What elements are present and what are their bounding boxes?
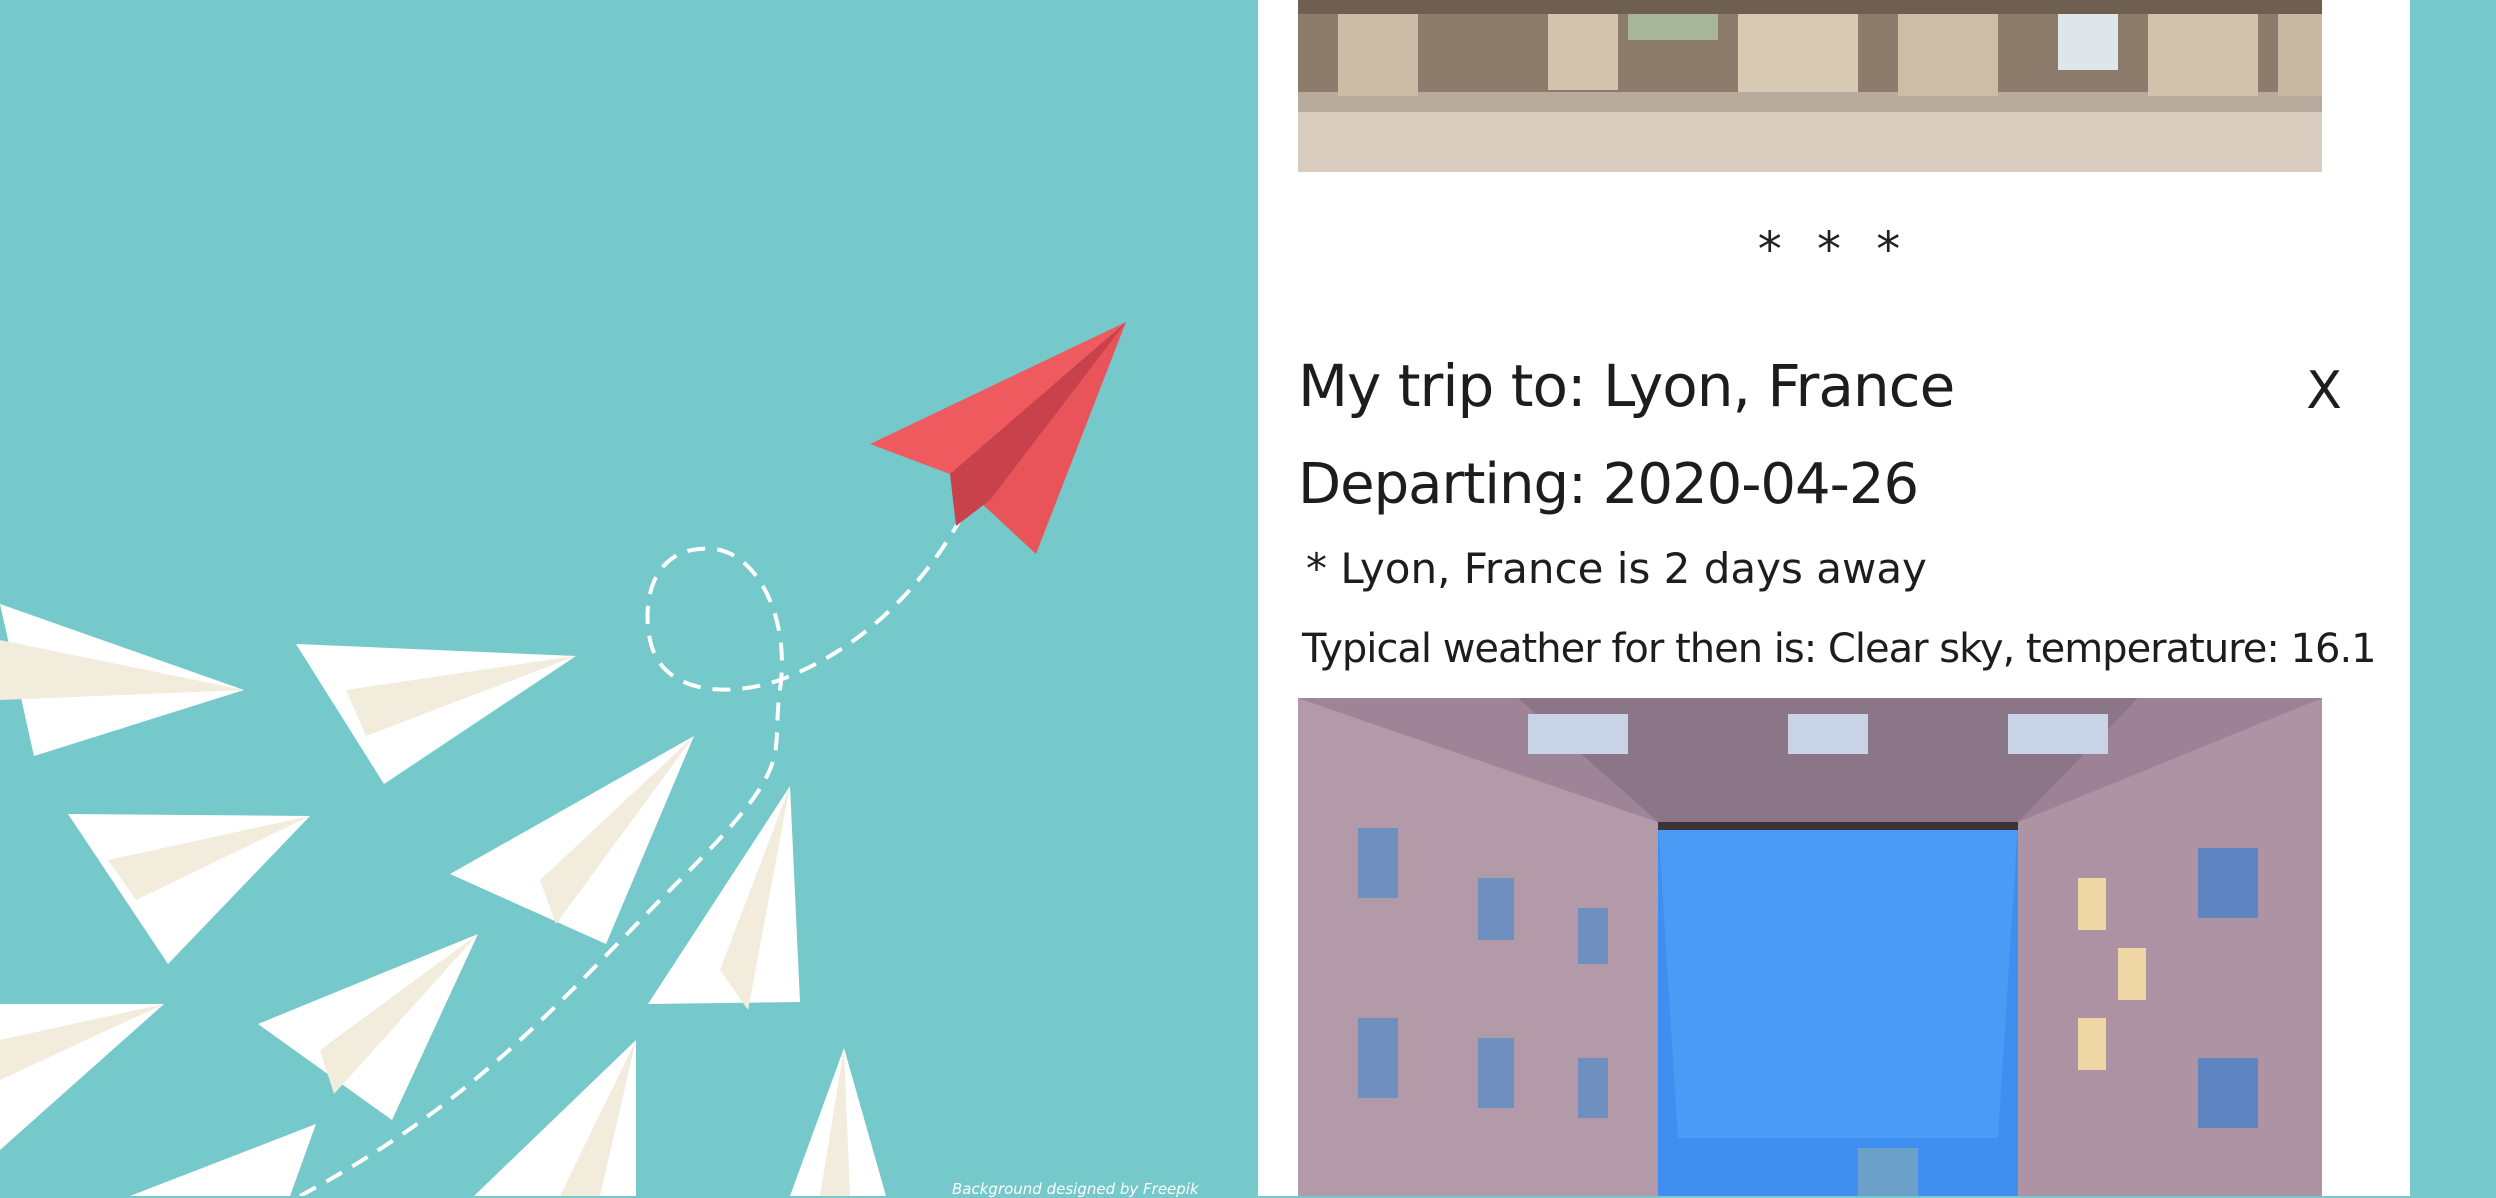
weather-forecast: Typical weather for then is: Clear sky, … — [1302, 626, 2377, 672]
white-paper-plane-icon — [258, 934, 478, 1120]
trip-title: My trip to: Lyon, France — [1298, 352, 1955, 420]
hero-illustration: Background designed by Freepik — [0, 0, 1258, 1198]
white-paper-plane-icon — [790, 1048, 886, 1196]
white-paper-plane-icon — [648, 786, 800, 1010]
white-paper-plane-icon — [450, 736, 694, 944]
destination-photo — [1298, 698, 2322, 1196]
white-paper-plane-icon — [130, 1124, 316, 1196]
paper-planes-illustration — [0, 322, 1126, 1196]
departure-date: Departing: 2020-04-26 — [1298, 452, 1919, 517]
white-paper-plane-icon — [0, 604, 244, 756]
trip-separator: * * * — [1757, 222, 1911, 278]
previous-trip-photo — [1298, 0, 2322, 172]
right-background-strip — [2410, 0, 2496, 1196]
white-paper-plane-icon — [474, 1040, 636, 1196]
white-paper-plane-icon — [296, 644, 576, 784]
background-credit: Background designed by Freepik — [952, 1180, 1199, 1198]
remove-trip-button[interactable]: X — [2294, 356, 2354, 426]
days-away-text: * Lyon, France is 2 days away — [1306, 544, 1927, 593]
white-paper-plane-icon — [0, 1004, 164, 1150]
red-paper-plane-icon — [870, 322, 1126, 554]
trip-panel: * * * My trip to: Lyon, France X Departi… — [1258, 0, 2410, 1196]
white-paper-plane-icon — [68, 814, 310, 964]
